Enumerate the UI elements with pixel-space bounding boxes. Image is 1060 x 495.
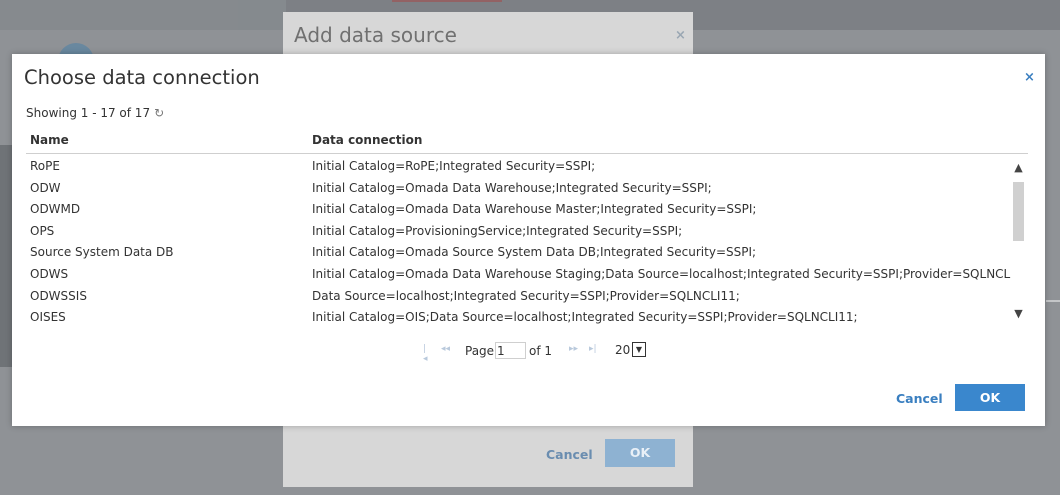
chevron-down-icon[interactable]: ▼ xyxy=(632,342,646,357)
table-row[interactable]: Source System Data DB Initial Catalog=Om… xyxy=(26,243,1011,265)
next-page-icon[interactable]: ▸▸ xyxy=(569,344,578,354)
grid-header: Name Data connection xyxy=(26,130,1028,154)
cancel-button[interactable]: Cancel xyxy=(896,391,943,406)
column-header-name[interactable]: Name xyxy=(30,133,69,147)
cell-name: Source System Data DB xyxy=(30,245,174,260)
table-row[interactable]: RoPE Initial Catalog=RoPE;Integrated Sec… xyxy=(26,157,1011,179)
dialog-title: Choose data connection xyxy=(24,66,260,89)
close-icon[interactable]: × xyxy=(1024,70,1035,85)
table-row[interactable]: ODWMD Initial Catalog=Omada Data Warehou… xyxy=(26,200,1011,222)
choose-data-connection-dialog: Choose data connection × Showing 1 - 17 … xyxy=(12,54,1045,426)
background-tab xyxy=(0,0,239,30)
cell-data-connection: Initial Catalog=OIS;Data Source=localhos… xyxy=(312,310,858,325)
cell-name: OPS xyxy=(30,223,55,238)
cell-data-connection: Initial Catalog=ProvisioningService;Inte… xyxy=(312,223,683,238)
record-count-text: Showing 1 - 17 of 17 xyxy=(26,106,151,120)
page-of-label: of 1 xyxy=(529,344,553,358)
previous-page-icon[interactable]: ◂◂ xyxy=(441,344,450,354)
page-label: Page xyxy=(465,344,495,358)
scroll-thumb[interactable] xyxy=(1013,182,1024,241)
refresh-icon[interactable]: ↻ xyxy=(154,106,164,120)
cell-name: ODW xyxy=(30,180,61,195)
cell-data-connection: Initial Catalog=Omada Data Warehouse;Int… xyxy=(312,180,712,195)
cell-data-connection: Data Source=localhost;Integrated Securit… xyxy=(312,288,740,303)
background-divider xyxy=(1046,300,1060,302)
close-icon[interactable]: × xyxy=(675,28,686,43)
cell-data-connection: Initial Catalog=Omada Source System Data… xyxy=(312,245,757,260)
ok-button[interactable]: OK xyxy=(955,384,1025,411)
last-page-icon[interactable]: ▸| xyxy=(589,344,597,354)
scroll-up-icon[interactable]: ▲ xyxy=(1011,161,1026,175)
table-row[interactable]: ODWS Initial Catalog=Omada Data Warehous… xyxy=(26,265,1011,287)
cell-name: ODWS xyxy=(30,266,69,281)
page-number-input[interactable] xyxy=(495,342,526,359)
first-page-icon[interactable]: |◂ xyxy=(423,344,428,364)
page-size-value: 20 xyxy=(615,343,631,357)
page-size-select[interactable]: 20 ▼ xyxy=(615,342,646,357)
cell-data-connection: Initial Catalog=Omada Data Warehouse Sta… xyxy=(312,266,1011,281)
table-row[interactable]: OPS Initial Catalog=ProvisioningService;… xyxy=(26,222,1011,244)
add-data-source-cancel-button[interactable]: Cancel xyxy=(546,447,593,462)
add-data-source-ok-button[interactable]: OK xyxy=(605,439,675,467)
column-header-data-connection[interactable]: Data connection xyxy=(312,133,422,147)
background-accent-line xyxy=(392,0,502,2)
add-data-source-title: Add data source xyxy=(294,23,457,47)
cell-data-connection: Initial Catalog=Omada Data Warehouse Mas… xyxy=(312,202,757,217)
table-row[interactable]: OISES Initial Catalog=OIS;Data Source=lo… xyxy=(26,308,1011,330)
cell-data-connection: Initial Catalog=RoPE;Integrated Security… xyxy=(312,159,596,173)
record-count: Showing 1 - 17 of 17 ↻ xyxy=(26,106,164,120)
cell-name: ODWMD xyxy=(30,202,81,217)
grid-body: RoPE Initial Catalog=RoPE;Integrated Sec… xyxy=(26,157,1011,332)
cell-name: ODWSSIS xyxy=(30,288,87,303)
table-row[interactable]: ODW Initial Catalog=Omada Data Warehouse… xyxy=(26,179,1011,201)
cell-name: OISES xyxy=(30,310,66,325)
cell-name: RoPE xyxy=(30,159,60,173)
grid-scrollbar[interactable]: ▲ ▼ xyxy=(1011,157,1026,328)
background-tab xyxy=(238,0,286,30)
background-sidebar xyxy=(0,145,12,367)
scroll-down-icon[interactable]: ▼ xyxy=(1011,307,1026,321)
table-row[interactable]: ODWSSIS Data Source=localhost;Integrated… xyxy=(26,287,1011,309)
